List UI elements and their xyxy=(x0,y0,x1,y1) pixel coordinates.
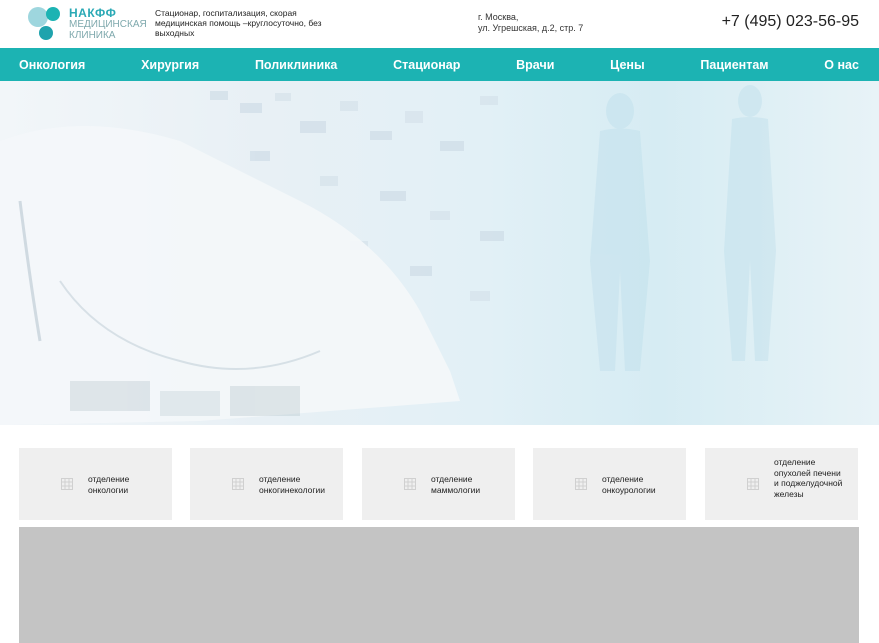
department-label: отделение онкоурологии xyxy=(602,474,656,495)
logo-subtitle-line1: МЕДИЦИНСКАЯ xyxy=(69,19,147,30)
nav-item-prices[interactable]: Цены xyxy=(610,58,644,72)
grid-icon xyxy=(61,478,73,490)
header-phone[interactable]: +7 (495) 023-56-95 xyxy=(722,13,859,31)
site-header: НАКФФ МЕДИЦИНСКАЯ КЛИНИКА Стационар, гос… xyxy=(0,0,879,48)
hero-image xyxy=(0,85,776,425)
logo-mark-icon xyxy=(28,7,60,40)
logo-title: НАКФФ xyxy=(69,6,117,20)
grid-icon xyxy=(404,478,416,490)
department-label: отделение маммологии xyxy=(431,474,481,495)
address-city: г. Москва, xyxy=(478,12,519,22)
logo-subtitle: МЕДИЦИНСКАЯ КЛИНИКА xyxy=(69,19,147,41)
department-label: отделение опухолей печени и поджелудочно… xyxy=(774,457,843,499)
header-address: г. Москва, ул. Угрешская, д.2, стр. 7 xyxy=(478,12,583,34)
nav-item-patients[interactable]: Пациентам xyxy=(700,58,768,72)
content-placeholder xyxy=(19,527,859,643)
departments-row: отделение онкологии отделение онкогинеко… xyxy=(19,448,859,520)
grid-icon xyxy=(747,478,759,490)
address-street: ул. Угрешская, д.2, стр. 7 xyxy=(478,23,584,33)
grid-icon xyxy=(575,478,587,490)
logo-subtitle-line2: КЛИНИКА xyxy=(69,30,116,41)
department-card-liver-pancreas[interactable]: отделение опухолей печени и поджелудочно… xyxy=(705,448,858,520)
department-card-oncogynecology[interactable]: отделение онкогинекологии xyxy=(190,448,343,520)
department-label: отделение онкологии xyxy=(88,474,130,495)
nav-item-hospital[interactable]: Стационар xyxy=(393,58,460,72)
header-tagline: Стационар, госпитализация, скорая медици… xyxy=(155,8,322,38)
department-label: отделение онкогинекологии xyxy=(259,474,325,495)
main-nav: Онкология Хирургия Поликлиника Стационар… xyxy=(0,48,879,81)
nav-item-oncology[interactable]: Онкология xyxy=(19,58,85,72)
nav-item-surgery[interactable]: Хирургия xyxy=(141,58,199,72)
department-card-oncourology[interactable]: отделение онкоурологии xyxy=(533,448,686,520)
clinic-logo[interactable]: НАКФФ МЕДИЦИНСКАЯ КЛИНИКА xyxy=(27,5,147,43)
nav-item-doctors[interactable]: Врачи xyxy=(516,58,554,72)
department-card-mammology[interactable]: отделение маммологии xyxy=(362,448,515,520)
nav-item-polyclinic[interactable]: Поликлиника xyxy=(255,58,337,72)
nav-item-about[interactable]: О нас xyxy=(824,58,859,72)
hero-banner xyxy=(0,81,879,425)
department-card-oncology[interactable]: отделение онкологии xyxy=(19,448,172,520)
grid-icon xyxy=(232,478,244,490)
